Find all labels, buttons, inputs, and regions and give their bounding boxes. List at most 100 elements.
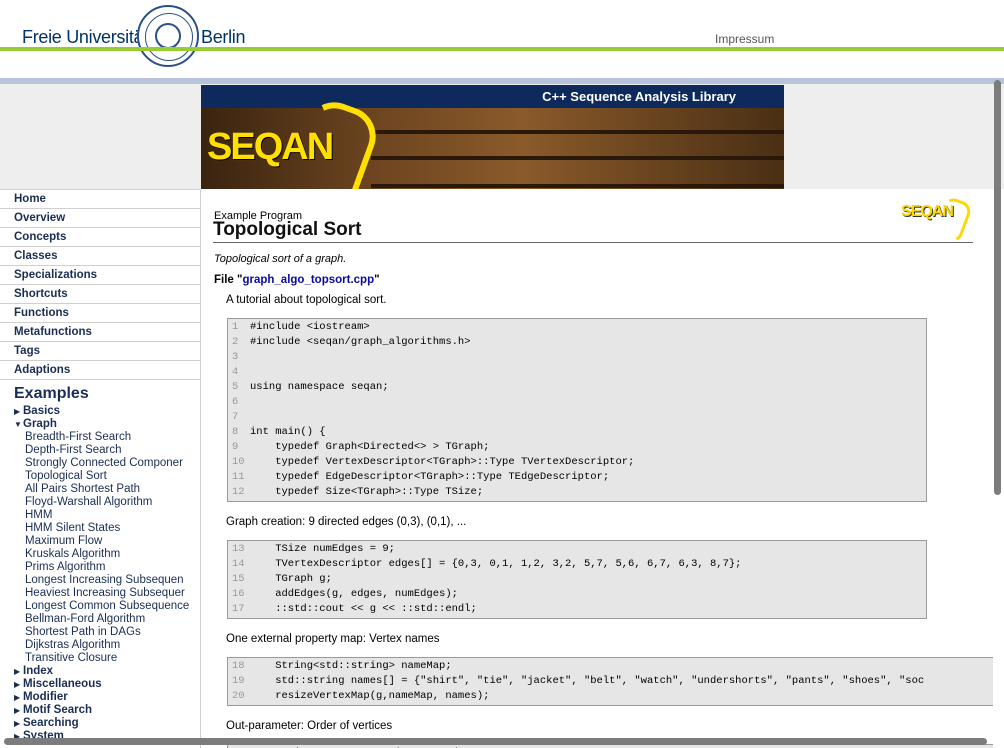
file-link[interactable]: graph_algo_topsort.cpp [242, 274, 374, 286]
tree-item[interactable]: Transitive Closure [0, 652, 200, 665]
tree-group-label[interactable]: Searching [23, 717, 79, 729]
library-bookshelf-image: SEQAN [201, 93, 784, 189]
university-logo-text-city[interactable]: Berlin [201, 27, 246, 48]
code-text: #include <seqan/graph_algorithms.h> [250, 336, 471, 348]
line-number: 7 [232, 411, 239, 423]
nav-item[interactable]: Specializations [0, 266, 200, 285]
code-block: 13 TSize numEdges = 9; 14 TVertexDescript… [227, 540, 927, 619]
code-text: typedef EdgeDescriptor<TGraph>::Type TEd… [250, 471, 610, 483]
code-text: String<std::string> nameMap; [250, 660, 452, 672]
tree-item[interactable]: HMM Silent States [0, 522, 200, 535]
code-text: TVertexDescriptor edges[] = {0,3, 0,1, 1… [250, 558, 742, 570]
tree-group[interactable]: ▶ Searching [0, 717, 200, 730]
nav-item[interactable]: Tags [0, 342, 200, 361]
code-line: 12 typedef Size<TGraph>::Type TSize; [228, 485, 926, 500]
nav-list: Home Overview Concepts Classes Specializatio… [0, 189, 200, 380]
tree-group-label[interactable]: Basics [23, 405, 60, 417]
site-header: Freie Universität Berlin Impressum [0, 0, 1004, 78]
nav-item[interactable]: Shortcuts [0, 285, 200, 304]
sidebar-navigation: Home Overview Concepts Classes Specializatio… [0, 189, 201, 748]
university-logo-text[interactable]: Freie Universität [22, 27, 148, 48]
tree-group[interactable]: ▶ Modifier [0, 691, 200, 704]
tree-group-label[interactable]: Graph [23, 418, 57, 430]
line-number: 12 [232, 486, 245, 498]
triangle-right-icon[interactable]: ▶ [14, 717, 23, 730]
line-number: 1 [232, 321, 239, 333]
code-line: 5 using namespace seqan; [228, 380, 926, 395]
nav-item[interactable]: Classes [0, 247, 200, 266]
line-number: 14 [232, 558, 245, 570]
code-line: 3 [228, 350, 926, 365]
tree-item[interactable]: Floyd-Warshall Algorithm [0, 496, 200, 509]
university-seal-icon[interactable] [137, 5, 199, 67]
nav-item[interactable]: Adaptions [0, 361, 200, 380]
line-number: 18 [232, 660, 245, 672]
seqan-small-logo: SEQAN [901, 203, 954, 220]
line-number: 5 [232, 381, 239, 393]
triangle-right-icon[interactable]: ▶ [14, 704, 23, 717]
line-number: 10 [232, 456, 245, 468]
tree-item[interactable]: All Pairs Shortest Path [0, 483, 200, 496]
nav-item[interactable]: Functions [0, 304, 200, 323]
nav-item[interactable]: Overview [0, 209, 200, 228]
code-line: 8 int main() { [228, 425, 926, 440]
triangle-right-icon[interactable]: ▶ [14, 405, 23, 418]
triangle-right-icon[interactable]: ▶ [14, 665, 23, 678]
nav-item[interactable]: Home [0, 189, 200, 209]
code-text: #include <iostream> [250, 321, 370, 333]
triangle-right-icon[interactable]: ▶ [14, 691, 23, 704]
tree-group-label[interactable]: Miscellaneous [23, 678, 102, 690]
header-divider [0, 47, 1004, 51]
code-line: 11 typedef EdgeDescriptor<TGraph>::Type … [228, 470, 926, 485]
impressum-link[interactable]: Impressum [715, 32, 774, 46]
tree-group[interactable]: ▼Graph [0, 418, 200, 431]
tree-group[interactable]: ▶ Motif Search [0, 704, 200, 717]
examples-tree: ▶ Basics ▼Graph Breadth-First Search Depth-F… [0, 405, 200, 743]
tree-item[interactable]: Kruskals Algorithm [0, 548, 200, 561]
code-line: 6 [228, 395, 926, 410]
tree-item[interactable]: Shortest Path in DAGs [0, 626, 200, 639]
line-number: 17 [232, 603, 245, 615]
tree-item[interactable]: Prims Algorithm [0, 561, 200, 574]
nav-item[interactable]: Concepts [0, 228, 200, 247]
line-number: 8 [232, 426, 239, 438]
examples-heading: Examples [14, 385, 89, 402]
tree-item[interactable]: Maximum Flow [0, 535, 200, 548]
banner-title: C++ Sequence Analysis Library [201, 85, 784, 108]
code-text: typedef Graph<Directed<> > TGraph; [250, 441, 490, 453]
code-text: TGraph g; [250, 573, 332, 585]
tree-item[interactable]: Topological Sort [0, 470, 200, 483]
line-number: 2 [232, 336, 239, 348]
code-block: 1 #include <iostream> 2 #include <seqan/gra… [227, 318, 927, 502]
line-number: 16 [232, 588, 245, 600]
tree-item[interactable]: HMM [0, 509, 200, 522]
tree-item[interactable]: Heaviest Increasing Subsequer [0, 587, 200, 600]
triangle-down-icon[interactable]: ▼ [14, 418, 23, 431]
tree-group[interactable]: ▶ Basics [0, 405, 200, 418]
vertical-scrollbar[interactable] [994, 80, 1001, 495]
tree-item[interactable]: Breadth-First Search [0, 431, 200, 444]
triangle-right-icon[interactable]: ▶ [14, 678, 23, 691]
section-text: Out-parameter: Order of vertices [226, 720, 393, 732]
code-text: using namespace seqan; [250, 381, 389, 393]
nav-item[interactable]: Metafunctions [0, 323, 200, 342]
tree-group-label[interactable]: Motif Search [23, 704, 92, 716]
horizontal-scrollbar[interactable] [4, 738, 987, 745]
tree-item[interactable]: Bellman-Ford Algorithm [0, 613, 200, 626]
tree-item[interactable]: Depth-First Search [0, 444, 200, 457]
tree-item[interactable]: Longest Common Subsequence [0, 600, 200, 613]
tree-group[interactable]: ▶ Index [0, 665, 200, 678]
tree-group-label[interactable]: Modifier [23, 691, 68, 703]
seqan-banner: C++ Sequence Analysis Library SEQAN [201, 85, 784, 189]
tree-item[interactable]: Longest Increasing Subsequen [0, 574, 200, 587]
code-line: 14 TVertexDescriptor edges[] = {0,3, 0,1… [228, 557, 926, 572]
tree-group[interactable]: ▶ Miscellaneous [0, 678, 200, 691]
code-line: 18 String<std::string> nameMap; [228, 659, 993, 674]
tree-item[interactable]: Dijkstras Algorithm [0, 639, 200, 652]
code-text: int main() { [250, 426, 326, 438]
tree-group-label[interactable]: Index [23, 665, 53, 677]
tree-item[interactable]: Strongly Connected Componer [0, 457, 200, 470]
title-divider [213, 242, 973, 243]
code-line: 20 resizeVertexMap(g,nameMap, names); [228, 689, 993, 704]
line-number: 15 [232, 573, 245, 585]
